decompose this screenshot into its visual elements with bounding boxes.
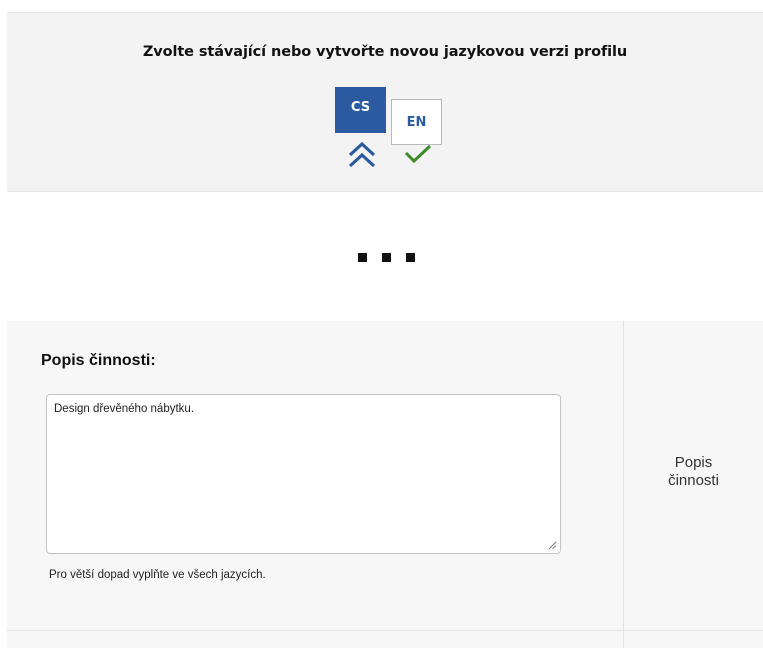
- language-button-en[interactable]: EN: [391, 99, 442, 145]
- description-side-label: Popis činnosti: [624, 454, 763, 490]
- ellipsis-icon: [358, 253, 415, 262]
- side-label-line: Popis: [674, 454, 713, 471]
- language-selector-title: Zvolte stávající nebo vytvořte novou jaz…: [142, 44, 628, 60]
- description-hint: Pro větší dopad vyplňte ve všech jazycíc…: [49, 569, 266, 581]
- checkmark-icon: [404, 144, 432, 164]
- description-field-label: Popis činnosti:: [41, 352, 156, 369]
- resize-handle-icon[interactable]: [548, 541, 557, 550]
- row-divider: [7, 630, 763, 631]
- side-label-line: činnosti: [668, 472, 719, 489]
- ellipsis-dot: [406, 253, 415, 262]
- description-field-column: Popis činnosti: Design dřevěného nábytku…: [7, 321, 623, 630]
- ellipsis-dot: [382, 253, 391, 262]
- description-form-section: Popis činnosti: Design dřevěného nábytku…: [7, 321, 763, 648]
- ellipsis-dot: [358, 253, 367, 262]
- page: Zvolte stávající nebo vytvořte novou jaz…: [0, 0, 763, 648]
- double-chevron-up-icon: [348, 141, 376, 168]
- language-button-cs[interactable]: CS: [335, 87, 386, 133]
- description-textarea[interactable]: Design dřevěného nábytku.: [46, 394, 561, 554]
- language-selector-panel: Zvolte stávající nebo vytvořte novou jaz…: [7, 12, 763, 192]
- description-textarea-value: Design dřevěného nábytku.: [54, 403, 195, 415]
